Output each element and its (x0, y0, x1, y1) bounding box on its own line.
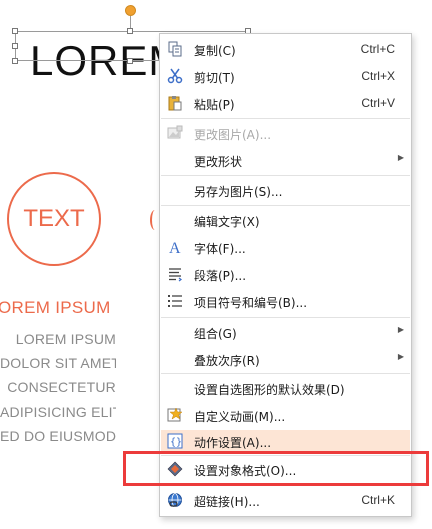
body-line: CONSECTETUR (7, 379, 116, 396)
menu-separator (161, 317, 410, 318)
action-icon: {} (167, 433, 183, 449)
copy-icon (168, 41, 182, 57)
menu-item-label: 更改形状 (194, 155, 243, 169)
menu-item-label: 动作设置(A)... (194, 436, 272, 450)
menu-item-save-as-image[interactable]: 另存为图片(S)... (161, 179, 410, 201)
resize-handle-top[interactable] (127, 28, 133, 34)
menu-item-custom-animation[interactable]: 自定义动画(M)... (161, 404, 410, 426)
menu-item-label: 另存为图片(S)... (194, 185, 283, 199)
annotation-highlight-box (123, 451, 429, 486)
shortcut-text: Ctrl+C (360, 42, 395, 56)
paste-icon (168, 96, 182, 111)
submenu-arrow-icon: ▶ (397, 325, 404, 334)
shortcut-text: Ctrl+K (361, 493, 395, 507)
menu-item-edit-text[interactable]: 编辑文字(X) (161, 209, 410, 231)
body-line: LOREM IPSUM (15, 331, 116, 347)
paragraph-icon (169, 268, 182, 282)
rotation-handle[interactable] (125, 5, 136, 16)
menu-item-copy[interactable]: 复制(C) Ctrl+C (161, 38, 410, 60)
menu-item-label: 自定义动画(M)... (194, 410, 286, 424)
resize-handle-left[interactable] (12, 43, 18, 49)
submenu-arrow-icon: ▶ (397, 352, 404, 361)
body-line: ED DO EIUSMOD (0, 427, 116, 444)
menu-item-hyperlink[interactable]: 超链接(H)... Ctrl+K (161, 489, 410, 511)
menu-item-label: 更改图片(A)... (194, 128, 272, 142)
menu-separator (161, 373, 410, 374)
menu-separator (161, 118, 410, 119)
text-circle[interactable]: TEXT (7, 172, 101, 266)
menu-item-group[interactable]: 组合(G) ▶ (161, 321, 410, 343)
menu-item-label: 项目符号和编号(B)... (194, 296, 308, 310)
shortcut-text: Ctrl+X (361, 69, 395, 83)
menu-item-paste[interactable]: 粘贴(P) Ctrl+V (161, 92, 410, 114)
submenu-arrow-icon: ▶ (397, 153, 404, 162)
menu-item-label: 叠放次序(R) (194, 354, 260, 368)
animation-icon (167, 407, 183, 422)
menu-item-cut[interactable]: 剪切(T) Ctrl+X (161, 65, 410, 87)
menu-item-order[interactable]: 叠放次序(R) ▶ (161, 348, 410, 370)
menu-item-label: 编辑文字(X) (194, 215, 260, 229)
bullets-icon (168, 295, 182, 307)
body-line: ADIPISICING ELIT (0, 403, 116, 420)
menu-item-font[interactable]: A 字体(F)... (161, 236, 410, 258)
menu-item-label: 字体(F)... (194, 242, 246, 256)
menu-item-bullets[interactable]: 项目符号和编号(B)... (161, 290, 410, 312)
resize-handle-bottom-left[interactable] (12, 58, 18, 64)
resize-handle-bottom[interactable] (127, 58, 133, 64)
circle-text: TEXT (23, 205, 85, 232)
menu-item-default-effect[interactable]: 设置自选图形的默认效果(D) (161, 377, 410, 399)
svg-text:A: A (169, 240, 181, 255)
menu-item-change-shape[interactable]: 更改形状 ▶ (161, 149, 410, 171)
menu-item-label: 超链接(H)... (194, 495, 260, 509)
svg-text:{}: {} (170, 437, 182, 448)
shortcut-text: Ctrl+V (361, 96, 395, 110)
context-menu: 复制(C) Ctrl+C 剪切(T) Ctrl+X 粘贴(P) Ctrl+V 更… (159, 33, 412, 517)
menu-item-label: 剪切(T) (194, 71, 235, 85)
resize-handle-top-left[interactable] (12, 28, 18, 34)
menu-item-label: 复制(C) (194, 44, 236, 58)
menu-item-label: 段落(P)... (194, 269, 247, 283)
font-icon: A (169, 240, 181, 255)
menu-item-paragraph[interactable]: 段落(P)... (161, 263, 410, 285)
body-line: DOLOR SIT AMET (0, 355, 116, 372)
body-text[interactable]: LOREM IPSUM DOLOR SIT AMET CONSECTETUR A… (0, 330, 160, 451)
scissors-icon (167, 68, 183, 84)
slide-subtitle[interactable]: OREM IPSUM (0, 298, 111, 318)
hyperlink-icon (168, 493, 182, 507)
menu-item-label: 设置自选图形的默认效果(D) (194, 383, 345, 397)
menu-item-label: 粘贴(P) (194, 98, 235, 112)
image-icon (167, 125, 183, 139)
menu-separator (161, 175, 410, 176)
menu-separator (161, 205, 410, 206)
menu-item-change-image: 更改图片(A)... (161, 122, 410, 144)
menu-item-label: 组合(G) (194, 327, 237, 341)
